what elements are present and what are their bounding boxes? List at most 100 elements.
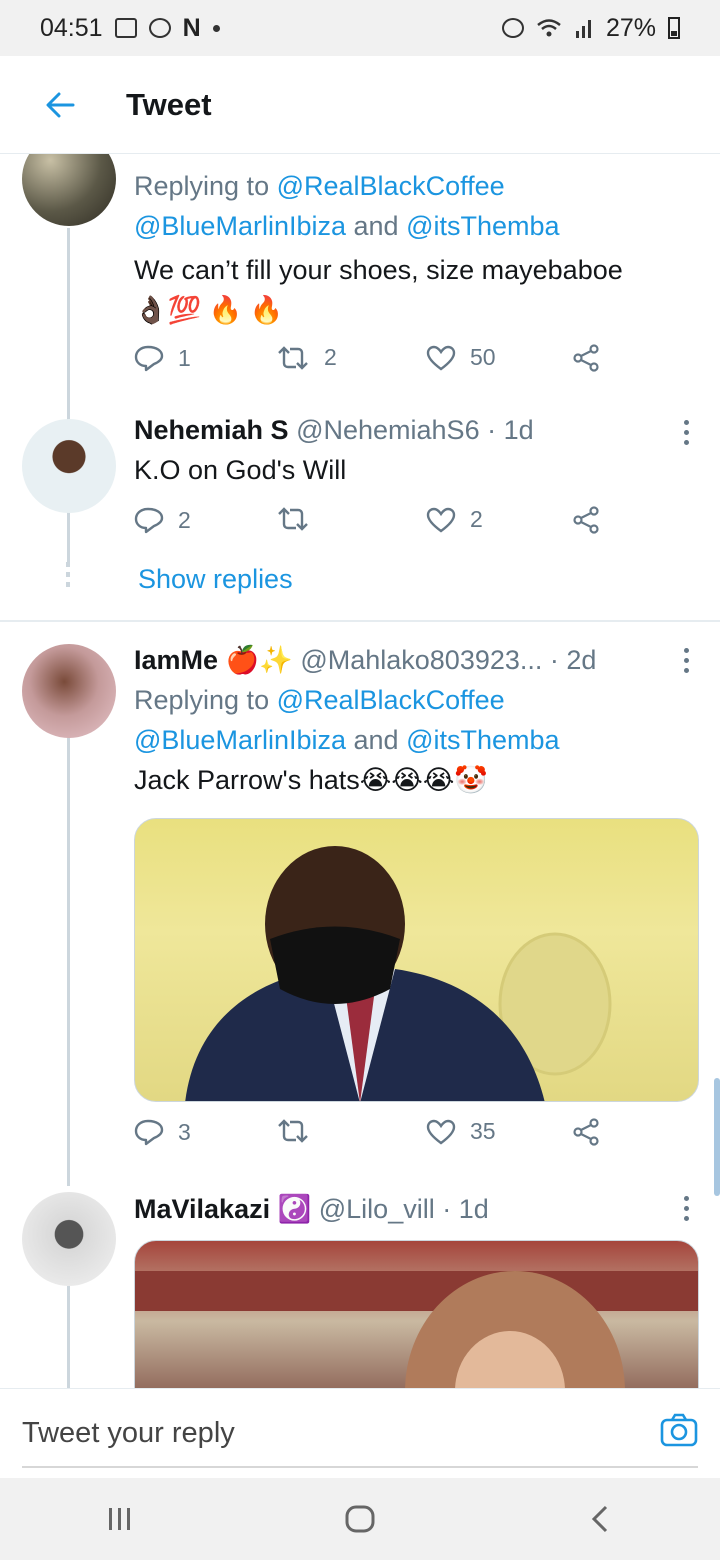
tweet-photo[interactable] <box>134 818 699 1102</box>
more-notifications-icon <box>212 24 220 32</box>
back-arrow-icon <box>46 92 75 117</box>
heart-icon <box>426 507 456 532</box>
reply-button[interactable]: 1 <box>134 344 191 372</box>
name-emoji: ☯️ <box>277 1194 312 1224</box>
heart-icon <box>426 345 456 370</box>
reply-composer: Tweet your reply <box>0 1388 720 1478</box>
tweet-header: MaVilakazi ☯️ @Lilo_vill · 1d <box>134 1189 700 1229</box>
avatar[interactable] <box>22 1192 116 1286</box>
divider <box>0 620 720 622</box>
status-right: 27% <box>501 13 680 43</box>
handle: @Mahlako803923... <box>300 645 543 675</box>
reply-button[interactable]: 3 <box>134 1118 191 1146</box>
reply-input[interactable]: Tweet your reply <box>22 1417 235 1450</box>
photo-content <box>135 1271 698 1388</box>
whatsapp-notification-icon <box>148 18 171 38</box>
handle-time: @NehemiahS6 · 1d <box>296 415 534 445</box>
like-button[interactable]: 35 <box>426 1118 496 1145</box>
tweet-menu-button[interactable] <box>684 648 690 678</box>
avatar[interactable] <box>22 419 116 513</box>
tweet-actions: 3 35 <box>134 1118 614 1158</box>
share-icon <box>573 1118 599 1146</box>
wifi-icon <box>537 19 561 37</box>
system-back-button[interactable] <box>560 1489 640 1549</box>
mention-link[interactable]: @BlueMarlinIbiza <box>134 725 346 755</box>
reply-button[interactable]: 2 <box>134 506 191 534</box>
display-name[interactable]: Nehemiah S <box>134 415 289 445</box>
retweet-button[interactable] <box>276 1118 310 1144</box>
tweet[interactable]: Nehemiah S @NehemiahS6 · 1d K.O on God's… <box>134 410 700 490</box>
recent-apps-icon <box>109 1508 130 1530</box>
back-button[interactable] <box>0 56 120 154</box>
share-icon <box>573 506 599 534</box>
system-nav-bar <box>0 1478 720 1560</box>
reply-context-line2: @BlueMarlinIbiza and @itsThemba <box>134 211 560 241</box>
status-left: 04:51 N <box>40 14 220 43</box>
alarm-icon <box>501 18 524 38</box>
tweet-emoji: 👌🏿💯 🔥 🔥 <box>134 295 284 325</box>
handle-time: @Lilo_vill · 1d <box>318 1194 489 1224</box>
retweet-icon <box>278 1119 308 1143</box>
battery-icon <box>668 17 680 39</box>
tweet[interactable]: MaVilakazi ☯️ @Lilo_vill · 1d <box>134 1189 700 1229</box>
page-title: Tweet <box>126 86 212 122</box>
show-replies-link[interactable]: Show replies <box>138 564 293 595</box>
reply-context: Replying to @RealBlackCoffee <box>134 171 505 201</box>
thread-line <box>67 518 70 566</box>
camera-button[interactable] <box>660 1413 698 1452</box>
tweet-actions: 1 2 50 <box>134 344 614 384</box>
tweet-emoji: 😭😭😭🤡 <box>359 765 488 795</box>
heart-icon <box>426 1119 456 1144</box>
thread-line <box>67 1286 70 1388</box>
mention-link[interactable]: @BlueMarlinIbiza <box>134 211 346 241</box>
tweet-text: We can’t fill your shoes, size mayebaboe <box>134 255 623 285</box>
retweet-button[interactable] <box>276 506 310 532</box>
mention-link[interactable]: @RealBlackCoffee <box>277 171 505 201</box>
signal-icon <box>575 20 591 38</box>
avatar[interactable] <box>22 644 116 738</box>
share-button[interactable] <box>572 1118 602 1146</box>
home-icon <box>345 1505 375 1533</box>
timestamp: · 2d <box>549 645 597 675</box>
tweet-photo[interactable] <box>134 1240 699 1388</box>
tweet-text-line: Jack Parrow's hats😭😭😭🤡 <box>134 760 700 800</box>
share-button[interactable] <box>572 344 602 372</box>
mention-link[interactable]: @itsThemba <box>406 725 559 755</box>
home-button[interactable] <box>320 1489 400 1549</box>
tweet-header: Nehemiah S @NehemiahS6 · 1d <box>134 410 700 450</box>
tweet-text: K.O on God's Will <box>134 455 347 485</box>
back-chevron-icon <box>591 1505 608 1533</box>
display-name[interactable]: MaVilakazi <box>134 1194 270 1224</box>
tweet[interactable]: IamMe 🍎✨ @Mahlako803923... · 2d Replying… <box>134 640 700 800</box>
like-button[interactable]: 50 <box>426 344 496 371</box>
status-bar: 04:51 N 27% <box>0 0 720 56</box>
mention-link[interactable]: @RealBlackCoffee <box>277 685 505 715</box>
tweet[interactable]: Replying to @RealBlackCoffee @BlueMarlin… <box>134 166 700 330</box>
reply-context-line2: @BlueMarlinIbiza and @itsThemba <box>134 725 560 755</box>
mention-link[interactable]: @itsThemba <box>406 211 559 241</box>
reply-icon <box>134 345 164 372</box>
photo-content <box>185 846 612 1101</box>
input-underline <box>22 1466 698 1468</box>
tweet-text: Jack Parrow's hats <box>134 765 360 795</box>
tweet-menu-button[interactable] <box>684 1196 690 1226</box>
reply-context: Replying to @RealBlackCoffee <box>134 685 505 715</box>
tweet-menu-button[interactable] <box>684 420 690 450</box>
battery-percent: 27% <box>605 13 656 42</box>
scrollbar[interactable] <box>714 1078 720 1196</box>
retweet-icon <box>278 507 308 531</box>
tweet-header: IamMe 🍎✨ @Mahlako803923... · 2d <box>134 640 700 680</box>
like-button[interactable]: 2 <box>426 506 483 533</box>
camera-icon <box>660 1413 698 1447</box>
thread-line <box>67 736 70 1186</box>
clock: 04:51 <box>40 13 103 42</box>
name-emoji: 🍎✨ <box>225 645 293 675</box>
recent-apps-button[interactable] <box>80 1489 160 1549</box>
share-icon <box>573 344 599 372</box>
thread-dots <box>66 562 70 592</box>
share-button[interactable] <box>572 506 602 534</box>
conversation-feed[interactable]: Replying to @RealBlackCoffee @BlueMarlin… <box>0 154 720 1388</box>
display-name[interactable]: IamMe <box>134 645 218 675</box>
retweet-button[interactable]: 2 <box>276 344 337 371</box>
avatar[interactable] <box>22 154 116 226</box>
